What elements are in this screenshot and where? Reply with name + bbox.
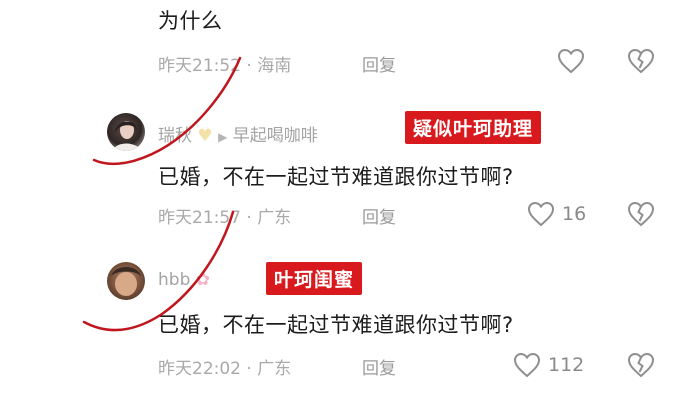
- pen-annotation-marks: [82, 56, 242, 332]
